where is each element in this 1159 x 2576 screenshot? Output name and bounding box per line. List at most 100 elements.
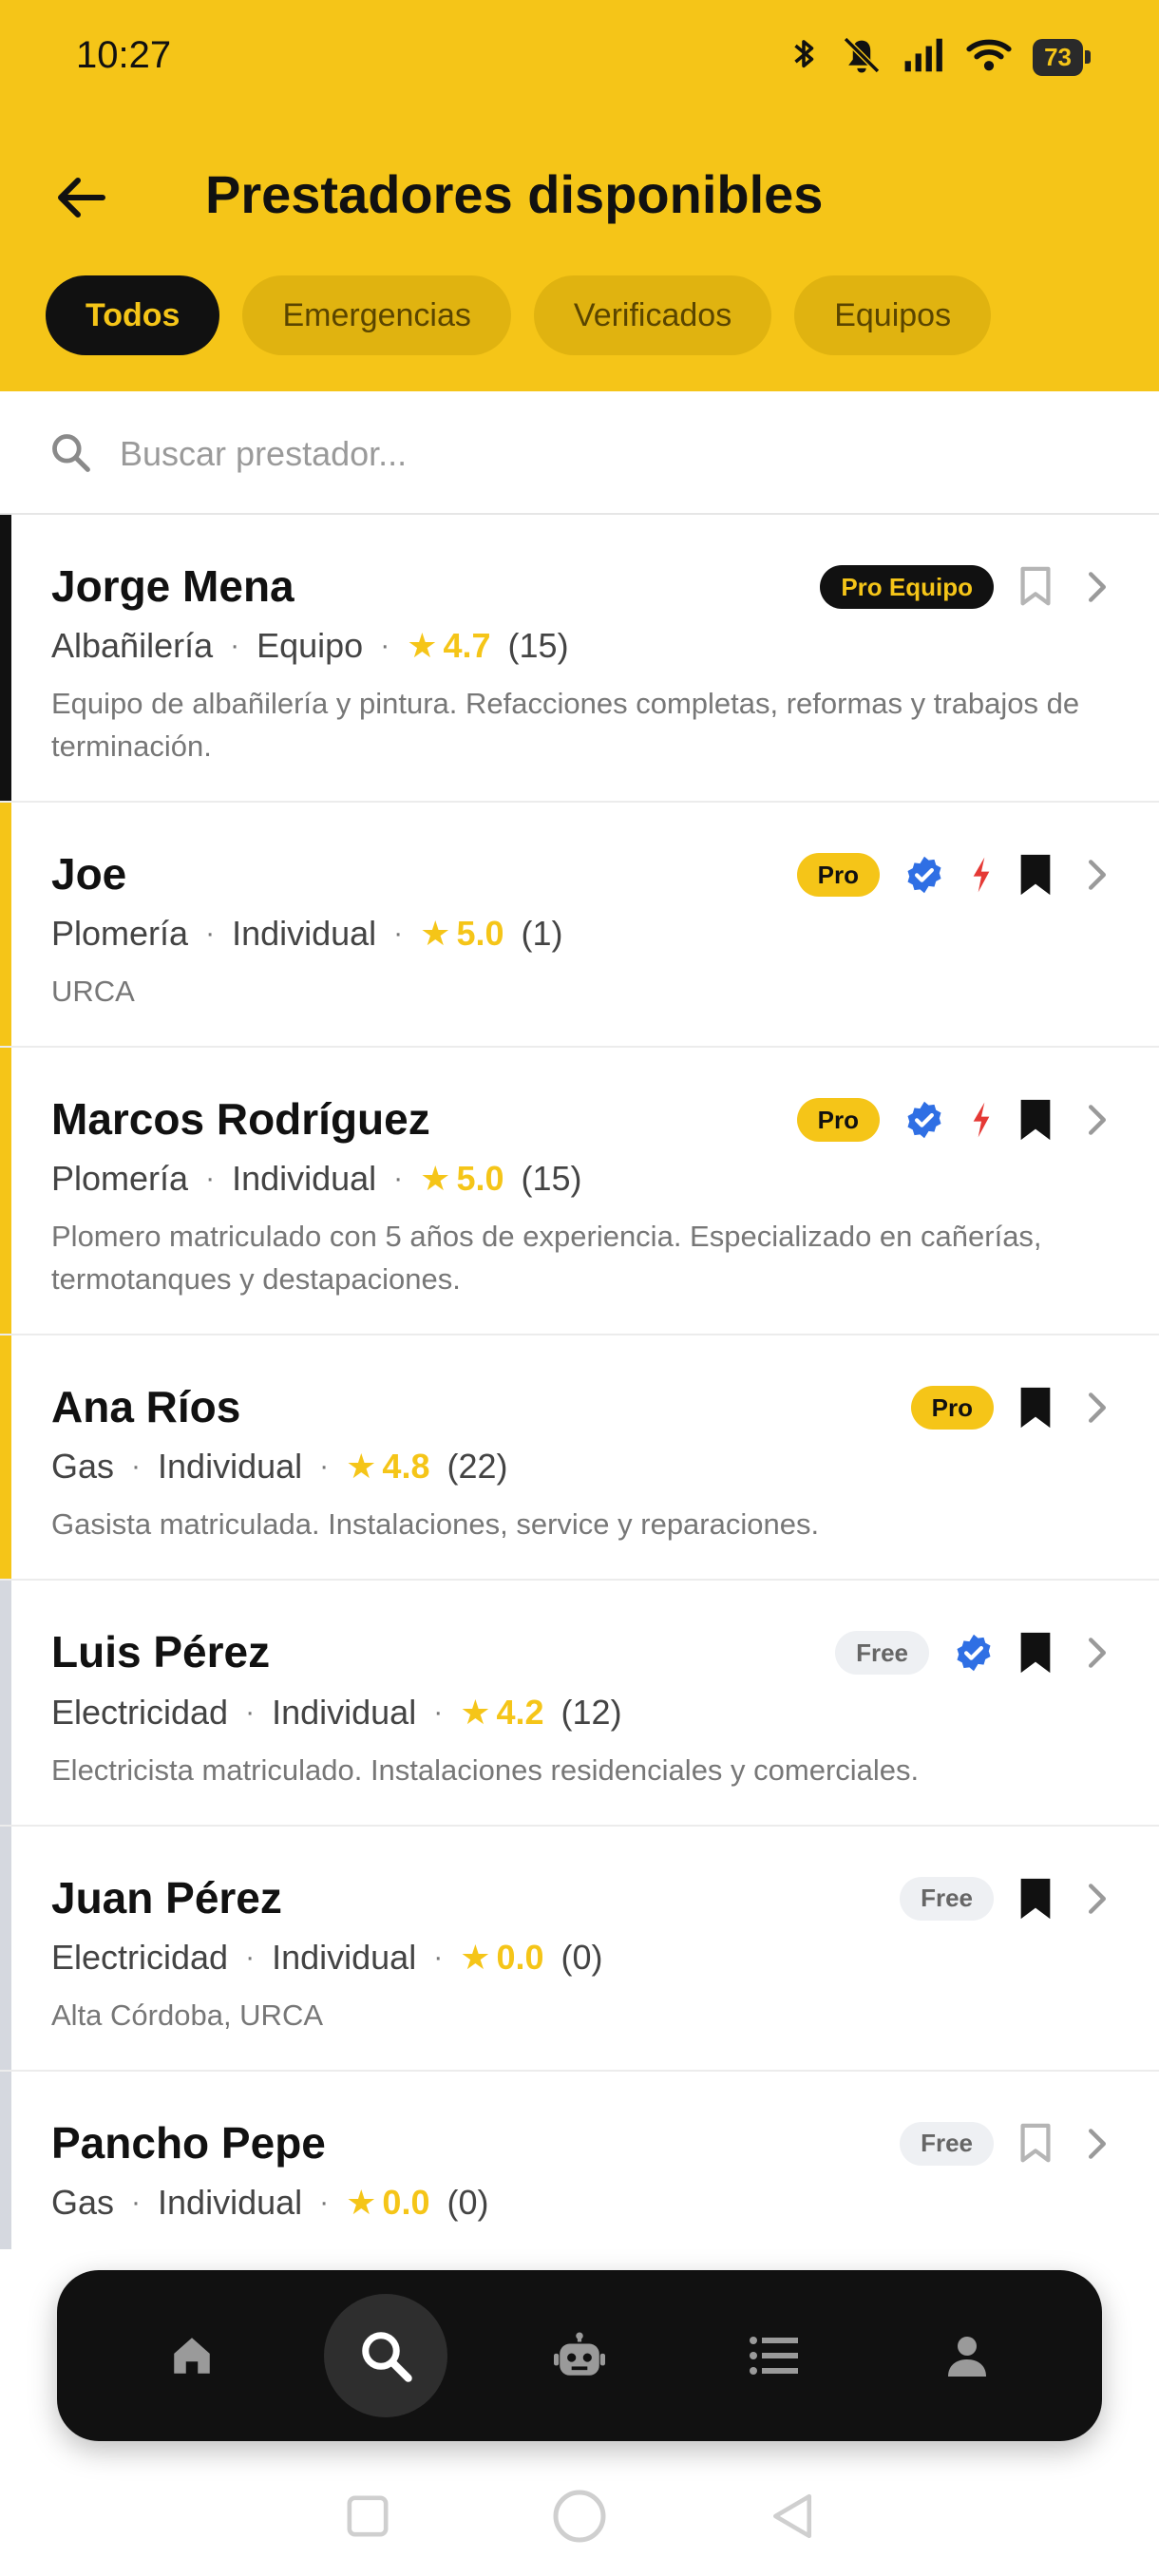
verified-icon bbox=[904, 1100, 944, 1140]
provider-description: Plomero matriculado con 5 años de experi… bbox=[51, 1220, 1042, 1297]
nav-search[interactable] bbox=[324, 2294, 447, 2417]
back-system-icon[interactable] bbox=[770, 2492, 813, 2545]
separator-dot: · bbox=[205, 1163, 216, 1195]
provider-card[interactable]: Joe Plomería · Individual · ★ 5.0 (1) URCA Pro bbox=[0, 803, 1159, 1049]
nav-home[interactable] bbox=[130, 2294, 254, 2417]
emergency-bolt-icon bbox=[969, 856, 994, 894]
provider-category: Electricidad bbox=[51, 1937, 229, 1977]
card-accent bbox=[0, 1581, 11, 1825]
filter-chip-todos[interactable]: Todos bbox=[46, 275, 220, 355]
separator-dot: · bbox=[131, 2186, 142, 2218]
provider-type: Equipo bbox=[256, 626, 364, 666]
provider-type: Individual bbox=[272, 1692, 417, 1732]
separator-dot: · bbox=[433, 1941, 444, 1973]
filter-chip-emergencias[interactable]: Emergencias bbox=[242, 275, 511, 355]
provider-rating: 0.0 bbox=[382, 2182, 430, 2222]
bookmark-filled-icon[interactable] bbox=[1018, 1877, 1053, 1921]
filter-chip-equipos[interactable]: Equipos bbox=[794, 275, 992, 355]
provider-card[interactable]: Juan Pérez Electricidad · Individual · ★ 0.0 (0… bbox=[0, 1826, 1159, 2072]
bookmark-outline-icon[interactable] bbox=[1018, 565, 1053, 609]
plan-badge: Pro bbox=[796, 853, 880, 898]
star-icon: ★ bbox=[346, 2182, 377, 2222]
bookmark-filled-icon[interactable] bbox=[1018, 853, 1053, 897]
filter-chip-verificados[interactable]: Verificados bbox=[533, 275, 772, 355]
search-input[interactable] bbox=[120, 427, 1070, 481]
plan-badge: Free bbox=[900, 1876, 994, 1921]
bookmark-outline-icon[interactable] bbox=[1018, 2122, 1053, 2166]
card-accent bbox=[0, 803, 11, 1047]
separator-dot: · bbox=[245, 1695, 256, 1728]
provider-card[interactable]: Pancho Pepe Gas · Individual · ★ 0.0 (0) Free bbox=[0, 2071, 1159, 2249]
filter-chips: Todos Emergencias Verificados Equipos bbox=[46, 275, 992, 355]
provider-meta: Electricidad · Individual · ★ 4.2 (12) bbox=[51, 1693, 1108, 1733]
card-actions: Free bbox=[900, 1868, 1108, 1929]
chevron-right-icon bbox=[1087, 859, 1108, 891]
star-icon: ★ bbox=[460, 1692, 491, 1732]
bookmark-filled-icon[interactable] bbox=[1018, 1098, 1053, 1142]
chevron-right-icon bbox=[1087, 1104, 1108, 1136]
wifi-icon bbox=[966, 36, 1012, 79]
provider-description: Gasista matriculada. Instalaciones, serv… bbox=[51, 1507, 820, 1542]
provider-card[interactable]: Jorge Mena Albañilería · Equipo · ★ 4.7 (15) Equ… bbox=[0, 515, 1159, 804]
status-icons: 73 bbox=[788, 34, 1091, 80]
nav-profile[interactable] bbox=[905, 2294, 1029, 2417]
bookmark-filled-icon[interactable] bbox=[1018, 1631, 1053, 1675]
provider-category: Electricidad bbox=[51, 1692, 229, 1732]
provider-meta: Electricidad · Individual · ★ 0.0 (0) bbox=[51, 1938, 1108, 1978]
provider-card[interactable]: Ana Ríos Gas · Individual · ★ 4.8 (22) Gasista m… bbox=[0, 1335, 1159, 1582]
home-system-icon[interactable] bbox=[551, 2488, 608, 2549]
star-icon: ★ bbox=[460, 1937, 491, 1977]
person-icon bbox=[948, 2337, 986, 2377]
chevron-right-icon bbox=[1087, 571, 1108, 603]
status-time: 10:27 bbox=[76, 34, 172, 76]
separator-dot: · bbox=[319, 2186, 330, 2218]
separator-dot: · bbox=[393, 1163, 404, 1195]
separator-dot: · bbox=[205, 918, 216, 950]
bluetooth-icon bbox=[788, 36, 820, 79]
plan-badge: Free bbox=[835, 1631, 929, 1676]
chevron-right-icon bbox=[1087, 1637, 1108, 1669]
status-bar: 10:27 73 bbox=[0, 0, 1159, 114]
separator-dot: · bbox=[319, 1450, 330, 1483]
nav-assistant[interactable] bbox=[518, 2294, 641, 2417]
back-button[interactable] bbox=[51, 167, 112, 228]
search-icon bbox=[49, 431, 91, 478]
plan-badge: Pro bbox=[796, 1098, 880, 1143]
home-icon bbox=[174, 2338, 210, 2374]
separator-dot: · bbox=[380, 630, 390, 662]
provider-type: Individual bbox=[158, 2182, 303, 2222]
provider-review-count: (15) bbox=[507, 626, 569, 666]
provider-meta: Gas · Individual · ★ 4.8 (22) bbox=[51, 1447, 1108, 1487]
star-icon: ★ bbox=[420, 1159, 451, 1199]
plan-badge: Pro bbox=[910, 1386, 994, 1430]
card-actions: Free bbox=[900, 2113, 1108, 2174]
provider-rating: 4.7 bbox=[443, 626, 491, 666]
provider-description: Alta Córdoba, URCA bbox=[51, 1998, 324, 2032]
card-accent bbox=[0, 1826, 11, 2070]
provider-review-count: (1) bbox=[521, 914, 563, 954]
provider-rating: 4.8 bbox=[382, 1447, 430, 1487]
chevron-right-icon bbox=[1087, 1883, 1108, 1915]
provider-meta: Plomería · Individual · ★ 5.0 (1) bbox=[51, 914, 1108, 954]
card-actions: Free bbox=[835, 1622, 1108, 1683]
provider-category: Plomería bbox=[51, 1159, 189, 1199]
nav-list[interactable] bbox=[712, 2294, 835, 2417]
card-accent bbox=[0, 1335, 11, 1580]
card-accent bbox=[0, 1048, 11, 1335]
separator-dot: · bbox=[393, 918, 404, 950]
provider-type: Individual bbox=[232, 1159, 377, 1199]
bottom-navigation bbox=[57, 2270, 1102, 2441]
provider-card[interactable]: Marcos Rodríguez Plomería · Individual · ★ 5.0… bbox=[0, 1048, 1159, 1336]
search-bar bbox=[0, 391, 1159, 515]
provider-card[interactable]: Luis Pérez Electricidad · Individual · ★ 4.2 (1… bbox=[0, 1581, 1159, 1827]
recents-icon[interactable] bbox=[346, 2494, 390, 2543]
bookmark-filled-icon[interactable] bbox=[1018, 1386, 1053, 1430]
verified-icon bbox=[904, 855, 944, 895]
provider-meta: Plomería · Individual · ★ 5.0 (15) bbox=[51, 1159, 1108, 1199]
robot-icon bbox=[554, 2332, 605, 2376]
provider-meta: Albañilería · Equipo · ★ 4.7 (15) bbox=[51, 626, 1108, 666]
provider-category: Gas bbox=[51, 1447, 115, 1487]
separator-dot: · bbox=[131, 1450, 142, 1483]
list-icon bbox=[750, 2337, 798, 2375]
plan-badge: Free bbox=[900, 2121, 994, 2166]
